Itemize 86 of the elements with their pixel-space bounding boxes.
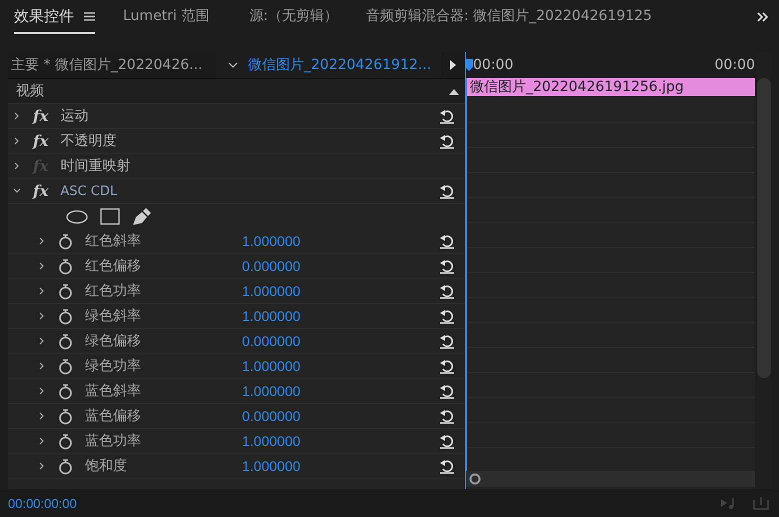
fx-toggle[interactable]: fx: [33, 182, 48, 200]
stopwatch-icon[interactable]: [58, 332, 73, 350]
parameter-name: 蓝色功率: [85, 432, 142, 450]
parameter-name: 蓝色偏移: [85, 407, 142, 425]
chevron-right-icon[interactable]: [38, 237, 46, 245]
chevron-right-icon[interactable]: [38, 312, 46, 320]
ellipse-mask-icon[interactable]: [66, 210, 88, 224]
chevron-right-icon[interactable]: [38, 362, 46, 370]
parameter-name: 饱和度: [85, 457, 128, 475]
stopwatch-icon[interactable]: [58, 382, 73, 400]
parameter-value[interactable]: 1.000000: [242, 433, 300, 449]
menu-icon[interactable]: [84, 12, 95, 20]
chevron-right-icon[interactable]: [38, 287, 46, 295]
section-label: 视频: [16, 82, 44, 100]
parameter-name: 红色功率: [85, 282, 142, 300]
timecode[interactable]: 00:00:00:00: [8, 496, 77, 510]
section-header[interactable]: 视频: [8, 79, 465, 104]
parameter-value[interactable]: 0.000000: [242, 408, 300, 424]
stopwatch-icon[interactable]: [58, 232, 73, 250]
reset-icon[interactable]: [439, 408, 455, 424]
parameter-value[interactable]: 1.000000: [242, 383, 300, 399]
reset-icon[interactable]: [439, 234, 455, 248]
chevron-right-icon[interactable]: [38, 337, 46, 345]
reset-icon[interactable]: [439, 308, 455, 324]
parameter-value[interactable]: 1.000000: [242, 458, 300, 474]
effect-name[interactable]: 时间重映射: [60, 157, 130, 175]
chevron-down-icon[interactable]: [228, 62, 238, 68]
stopwatch-icon[interactable]: [58, 458, 73, 474]
effect-name[interactable]: 不透明度: [60, 132, 116, 150]
chevron-right-icon[interactable]: [13, 112, 21, 120]
reset-icon[interactable]: [439, 458, 455, 474]
reset-icon[interactable]: [439, 134, 455, 148]
reset-icon[interactable]: [439, 108, 455, 124]
chevron-right-icon[interactable]: [13, 137, 21, 145]
pen-icon[interactable]: [132, 208, 152, 226]
reset-icon[interactable]: [439, 284, 455, 298]
reset-icon[interactable]: [439, 334, 455, 348]
scroll-handle-icon[interactable]: [469, 473, 481, 485]
reset-icon[interactable]: [439, 434, 455, 448]
panel-tab[interactable]: 效果控件: [14, 0, 95, 34]
ruler-time: 00:00: [714, 57, 755, 73]
panel-tab[interactable]: Lumetri 范围: [123, 0, 210, 34]
parameter-name: 红色斜率: [85, 232, 142, 250]
parameter-value[interactable]: 0.000000: [242, 333, 300, 349]
stopwatch-icon[interactable]: [58, 282, 73, 300]
effect-name[interactable]: ASC CDL: [60, 184, 118, 198]
reset-icon[interactable]: [439, 358, 455, 374]
chevron-right-icon[interactable]: [13, 162, 21, 170]
parameter-value[interactable]: 1.000000: [242, 233, 300, 249]
reset-icon[interactable]: [439, 384, 455, 398]
reset-icon[interactable]: [439, 258, 455, 274]
panel-tab[interactable]: 源:（无剪辑）: [249, 0, 338, 34]
effect-name[interactable]: 运动: [60, 107, 88, 125]
fx-toggle[interactable]: fx: [33, 107, 48, 125]
reset-icon[interactable]: [439, 184, 455, 198]
parameter-name: 绿色斜率: [85, 307, 142, 325]
ruler-time: 00:00: [473, 57, 514, 73]
stopwatch-icon[interactable]: [58, 358, 73, 374]
collapse-icon[interactable]: [449, 88, 459, 94]
parameter-name: 蓝色斜率: [85, 382, 142, 400]
stopwatch-icon[interactable]: [58, 258, 73, 274]
stopwatch-icon[interactable]: [58, 408, 73, 424]
overflow-icon[interactable]: [757, 12, 769, 22]
play-icon[interactable]: [449, 60, 457, 70]
parameter-value[interactable]: 1.000000: [242, 308, 300, 324]
parameter-value[interactable]: 1.000000: [242, 283, 300, 299]
stopwatch-icon[interactable]: [58, 432, 73, 450]
parameter-value[interactable]: 0.000000: [242, 258, 300, 274]
rectangle-mask-icon[interactable]: [100, 208, 120, 225]
time-ruler[interactable]: 00:00 00:00: [466, 52, 755, 78]
panel-tab[interactable]: 音频剪辑混合器: 微信图片_2022042619125: [366, 0, 652, 34]
stopwatch-icon[interactable]: [58, 308, 73, 324]
fx-toggle[interactable]: fx: [33, 132, 48, 150]
chevron-down-icon[interactable]: [13, 187, 21, 195]
chevron-right-icon[interactable]: [38, 412, 46, 420]
zoom-scrollbar[interactable]: [466, 471, 755, 487]
parameter-name: 绿色偏移: [85, 332, 142, 350]
chevron-right-icon[interactable]: [38, 437, 46, 445]
chevron-right-icon[interactable]: [38, 262, 46, 270]
master-clip-label: 主要 * 微信图片_20220426...: [10, 56, 204, 74]
parameter-name: 绿色功率: [85, 357, 142, 375]
parameter-name: 红色偏移: [85, 257, 142, 275]
timeline-clip[interactable]: 微信图片_20220426191256.jpg: [466, 78, 755, 96]
chevron-right-icon[interactable]: [38, 387, 46, 395]
chevron-right-icon[interactable]: [38, 462, 46, 470]
parameter-value[interactable]: 1.000000: [242, 358, 300, 374]
